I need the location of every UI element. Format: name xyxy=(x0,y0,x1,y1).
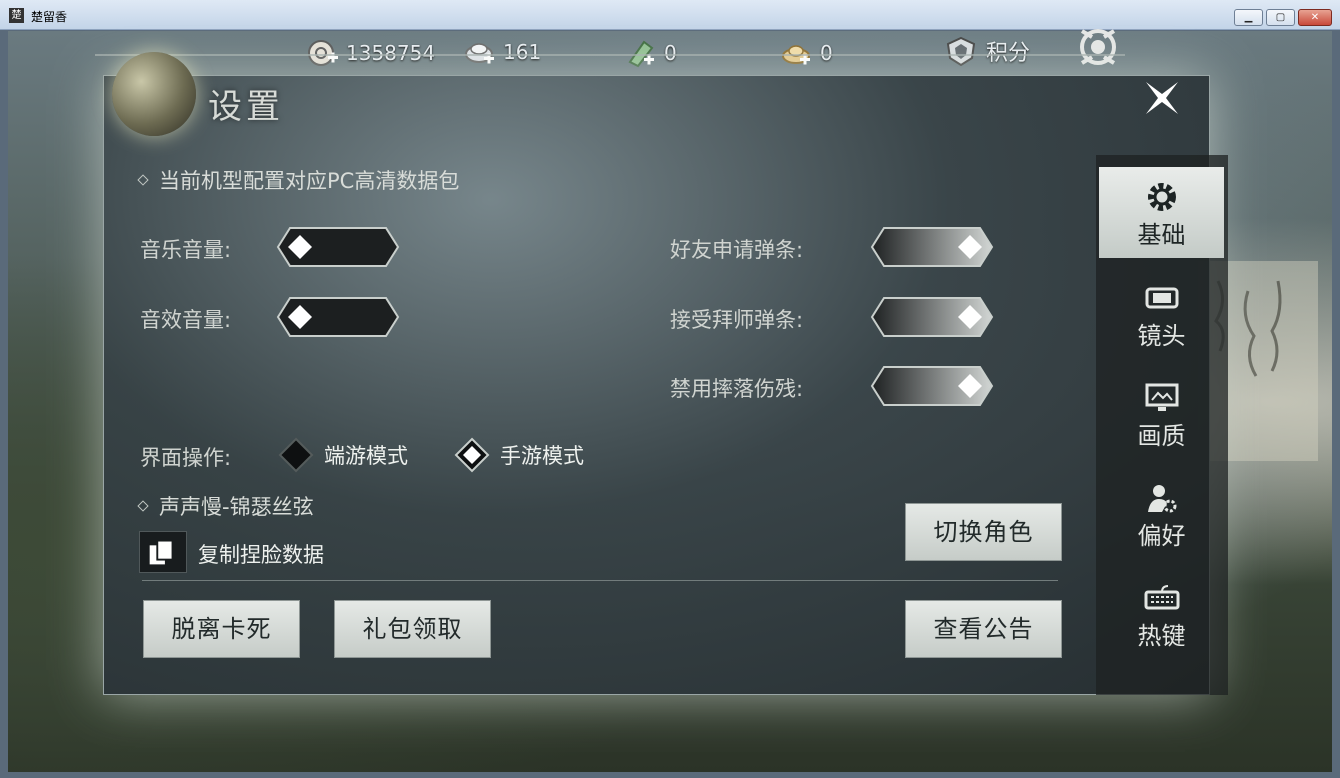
page-title: 设置 xyxy=(208,87,284,127)
sfx-volume-label: 音效音量: xyxy=(140,308,232,332)
disable-fall-damage-label: 禁用摔落伤残: xyxy=(670,377,804,401)
gear-icon xyxy=(1147,183,1176,211)
copy-face-icon-button[interactable] xyxy=(139,531,187,573)
tab-preference[interactable]: 偏好 xyxy=(1099,468,1224,559)
minimize-button[interactable]: ▁ xyxy=(1234,9,1263,26)
diamond-bullet-icon xyxy=(137,174,149,186)
hd-pack-text: 当前机型配置对应PC高清数据包 xyxy=(159,169,460,193)
gift-claim-button[interactable]: 礼包领取 xyxy=(334,600,491,658)
silver-value: 161 xyxy=(503,40,542,64)
emblem-icon xyxy=(1080,29,1116,65)
friend-request-toggle[interactable] xyxy=(870,226,994,268)
pc-mode-label: 端游模式 xyxy=(324,444,408,468)
copy-icon xyxy=(149,539,174,565)
tab-label: 热键 xyxy=(1137,622,1186,650)
sfx-volume-slider[interactable] xyxy=(276,296,400,338)
monitor-icon xyxy=(1145,383,1178,411)
user-settings-icon xyxy=(1147,485,1176,513)
jade-value: 0 xyxy=(664,41,677,65)
menu-emblem-button[interactable] xyxy=(1078,29,1118,65)
tab-label: 基础 xyxy=(1137,221,1186,249)
window-title: 楚留香 xyxy=(31,10,68,24)
disable-fall-damage-toggle[interactable] xyxy=(870,365,994,407)
switch-role-button[interactable]: 切换角色 xyxy=(905,503,1062,561)
ingot-add-icon xyxy=(782,45,810,65)
close-icon[interactable] xyxy=(1140,76,1184,120)
tab-label: 画质 xyxy=(1137,422,1186,450)
music-volume-slider[interactable] xyxy=(276,226,400,268)
music-volume-label: 音乐音量: xyxy=(140,238,232,262)
silver-add-icon xyxy=(465,43,494,64)
mobile-mode-radio[interactable]: 手游模式 xyxy=(454,437,584,473)
jade-add-icon xyxy=(628,40,654,68)
coin-value: 1358754 xyxy=(346,41,436,65)
mobile-mode-label: 手游模式 xyxy=(500,444,584,468)
tab-hotkeys[interactable]: 热键 xyxy=(1099,568,1224,659)
view-notice-button[interactable]: 查看公告 xyxy=(905,600,1062,658)
camera-icon xyxy=(1145,287,1178,309)
maximize-button[interactable]: ▢ xyxy=(1266,9,1295,26)
radio-unselected-icon xyxy=(278,437,314,473)
keyboard-icon xyxy=(1144,585,1179,610)
tab-label: 镜头 xyxy=(1137,322,1186,350)
mentor-request-label: 接受拜师弹条: xyxy=(670,308,804,332)
character-name: 声声慢-锦瑟丝弦 xyxy=(159,495,314,519)
moon-emblem xyxy=(112,52,196,136)
pc-mode-radio[interactable]: 端游模式 xyxy=(278,437,408,473)
tab-basic[interactable]: 基础 xyxy=(1099,167,1224,258)
tab-label: 偏好 xyxy=(1137,522,1186,550)
header-divider xyxy=(95,54,1125,56)
points-button[interactable]: 积分 xyxy=(944,36,1030,66)
silver-currency[interactable]: 161 xyxy=(463,37,541,67)
mentor-request-toggle[interactable] xyxy=(870,296,994,338)
unstuck-button[interactable]: 脱离卡死 xyxy=(143,600,300,658)
radio-selected-icon xyxy=(454,437,490,473)
tab-camera[interactable]: 镜头 xyxy=(1099,268,1224,359)
friend-request-label: 好友申请弹条: xyxy=(670,238,804,262)
jade-currency[interactable]: 0 xyxy=(624,38,677,68)
points-label: 积分 xyxy=(986,41,1031,66)
ingot-value: 0 xyxy=(820,41,833,65)
close-window-button[interactable]: ✕ xyxy=(1298,9,1332,26)
diamond-bullet-icon xyxy=(137,500,149,512)
coin-add-icon xyxy=(308,40,338,66)
shield-icon xyxy=(946,36,976,66)
character-label: 声声慢-锦瑟丝弦 xyxy=(137,491,314,521)
hd-pack-label: 当前机型配置对应PC高清数据包 xyxy=(137,165,460,195)
copy-face-label[interactable]: 复制捏脸数据 xyxy=(198,539,324,569)
app-icon: 楚 xyxy=(9,8,24,23)
divider xyxy=(142,580,1058,581)
window-titlebar: 楚 楚留香 ▁ ▢ ✕ xyxy=(0,0,1340,30)
ingot-currency[interactable]: 0 xyxy=(780,38,833,68)
tab-quality[interactable]: 画质 xyxy=(1099,368,1224,459)
coin-currency[interactable]: 1358754 xyxy=(306,38,435,68)
ui-mode-label: 界面操作: xyxy=(140,446,232,470)
